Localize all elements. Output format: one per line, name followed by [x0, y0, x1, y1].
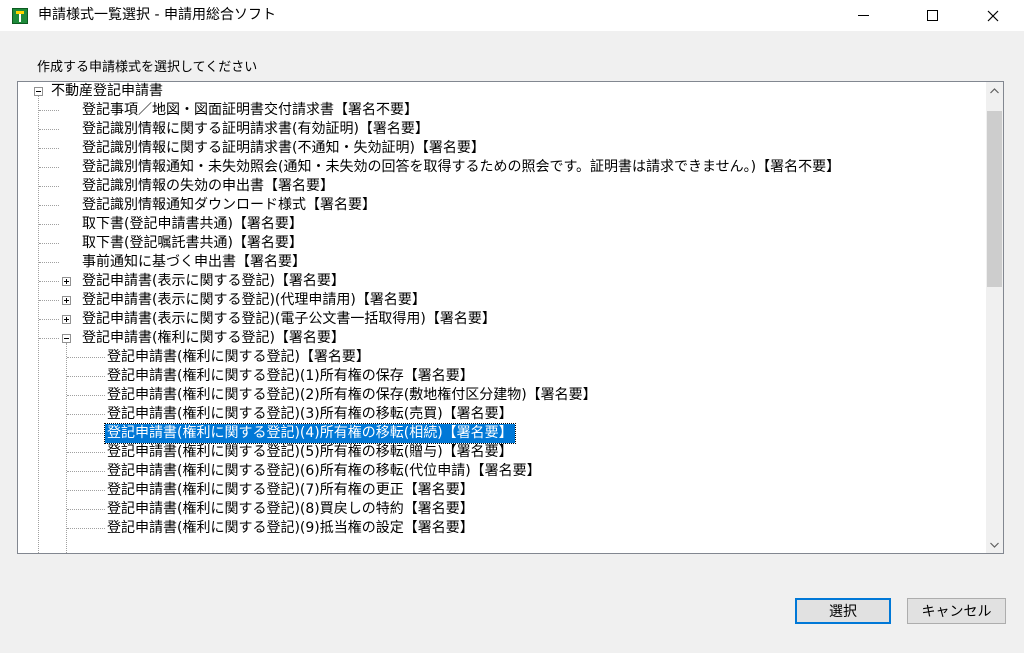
tree-guide-line	[67, 414, 105, 415]
tree-node-label: 登記識別情報通知ダウンロード様式【署名要】	[82, 197, 376, 213]
tree-node-label: 登記申請書(権利に関する登記)(4)所有権の移転(相続)【署名要】	[104, 423, 516, 444]
tree-node-label: 登記申請書(表示に関する登記)(代理申請用)【署名要】	[82, 292, 426, 308]
tree-node-label: 登記事項／地図・図面証明書交付請求書【署名不要】	[82, 102, 418, 118]
tree-guide-line	[39, 110, 59, 111]
tree-guide-line	[39, 167, 59, 168]
tree-node-label: 登記識別情報通知・未失効照会(通知・未失効の回答を取得するための照会です。証明書…	[82, 159, 841, 175]
expand-icon[interactable]	[62, 296, 71, 305]
tree-guide-line	[67, 528, 105, 529]
app-icon	[12, 8, 28, 24]
expand-icon[interactable]	[62, 315, 71, 324]
collapse-icon[interactable]	[62, 334, 71, 343]
minimize-button[interactable]	[840, 0, 886, 31]
tree-node-label: 事前通知に基づく申出書【署名要】	[82, 254, 306, 270]
tree-node-label: 登記申請書(権利に関する登記)(1)所有権の保存【署名要】	[107, 368, 474, 384]
cancel-button[interactable]: キャンセル	[907, 598, 1006, 624]
tree-node-label: 登記申請書(権利に関する登記)(7)所有権の更正【署名要】	[107, 482, 474, 498]
tree-node-label: 不動産登記申請書	[51, 83, 163, 99]
tree-guide-line	[39, 205, 59, 206]
tree-guide-line	[67, 471, 105, 472]
tree-content: 不動産登記申請書 登記事項／地図・図面証明書交付請求書【署名不要】 登記識別情報に…	[18, 82, 985, 553]
tree-guide-line	[38, 96, 39, 553]
prompt-label: 作成する申請様式を選択してください	[37, 60, 258, 75]
scrollbar-thumb[interactable]	[987, 111, 1002, 287]
tree-node-label: 登記識別情報に関する証明請求書(不通知・失効証明)【署名要】	[82, 140, 485, 156]
dialog-window: 申請様式一覧選択 - 申請用総合ソフト 作成する申請様式を選択してください 不動…	[0, 0, 1024, 653]
tree-guide-line	[67, 376, 105, 377]
scroll-down-button[interactable]	[986, 536, 1003, 553]
tree-node-label: 登記申請書(権利に関する登記)(9)抵当権の設定【署名要】	[107, 520, 474, 536]
tree-node-label: 登記申請書(権利に関する登記)(3)所有権の移転(売買)【署名要】	[107, 406, 513, 422]
close-icon	[987, 10, 999, 21]
select-button[interactable]: 選択	[795, 598, 891, 624]
tree-guide-line	[39, 319, 59, 320]
tree-guide-line	[67, 433, 105, 434]
chevron-down-icon	[990, 542, 999, 548]
tree-node-label: 取下書(登記申請書共通)【署名要】	[82, 216, 303, 232]
tree-guide-line	[67, 395, 105, 396]
tree-node-label: 登記識別情報に関する証明請求書(有効証明)【署名要】	[82, 121, 429, 137]
close-button[interactable]	[970, 0, 1016, 31]
window-title: 申請様式一覧選択 - 申請用総合ソフト	[38, 7, 276, 23]
tree-node-label: 登記申請書(権利に関する登記)(5)所有権の移転(贈与)【署名要】	[107, 444, 513, 460]
tree-node-label: 登記申請書(権利に関する登記)(2)所有権の保存(敷地権付区分建物)【署名要】	[107, 387, 597, 403]
tree-guide-line	[39, 129, 59, 130]
tree-guide-line	[39, 224, 59, 225]
chevron-up-icon	[990, 87, 999, 93]
tree-node-label: 登記申請書(表示に関する登記)【署名要】	[82, 273, 345, 289]
maximize-button[interactable]	[909, 0, 955, 31]
vertical-scrollbar[interactable]	[986, 82, 1003, 553]
expand-icon[interactable]	[62, 277, 71, 286]
tree-guide-line	[39, 300, 59, 301]
minimize-icon	[857, 15, 869, 16]
tree-guide-line	[67, 452, 105, 453]
tree-guide-line	[39, 186, 59, 187]
tree-guide-line	[67, 509, 105, 510]
maximize-icon	[926, 10, 938, 21]
tree-node-label: 登記申請書(権利に関する登記)(6)所有権の移転(代位申請)【署名要】	[107, 463, 541, 479]
tree-node-label: 取下書(登記嘱託書共通)【署名要】	[82, 235, 303, 251]
tree-node-label: 登記申請書(権利に関する登記)【署名要】	[82, 330, 345, 346]
collapse-icon[interactable]	[34, 87, 43, 96]
tree-guide-line	[67, 357, 105, 358]
tree-node-label: 登記申請書(表示に関する登記)(電子公文書一括取得用)【署名要】	[82, 311, 496, 327]
tree-guide-line	[66, 343, 67, 553]
tree-guide-line	[39, 281, 59, 282]
tree-guide-line	[39, 243, 59, 244]
tree-guide-line	[39, 262, 59, 263]
tree-guide-line	[67, 490, 105, 491]
scroll-up-button[interactable]	[986, 82, 1003, 99]
tree-node-label: 登記識別情報の失効の申出書【署名要】	[82, 178, 334, 194]
tree-guide-line	[39, 338, 59, 339]
tree-node-label: 登記申請書(権利に関する登記)【署名要】	[107, 349, 370, 365]
tree-guide-line	[39, 148, 59, 149]
title-bar: 申請様式一覧選択 - 申請用総合ソフト	[0, 0, 1024, 31]
tree-node-label: 登記申請書(権利に関する登記)(8)買戻しの特約【署名要】	[107, 501, 474, 517]
form-tree-view[interactable]: 不動産登記申請書 登記事項／地図・図面証明書交付請求書【署名不要】 登記識別情報に…	[17, 81, 1004, 554]
